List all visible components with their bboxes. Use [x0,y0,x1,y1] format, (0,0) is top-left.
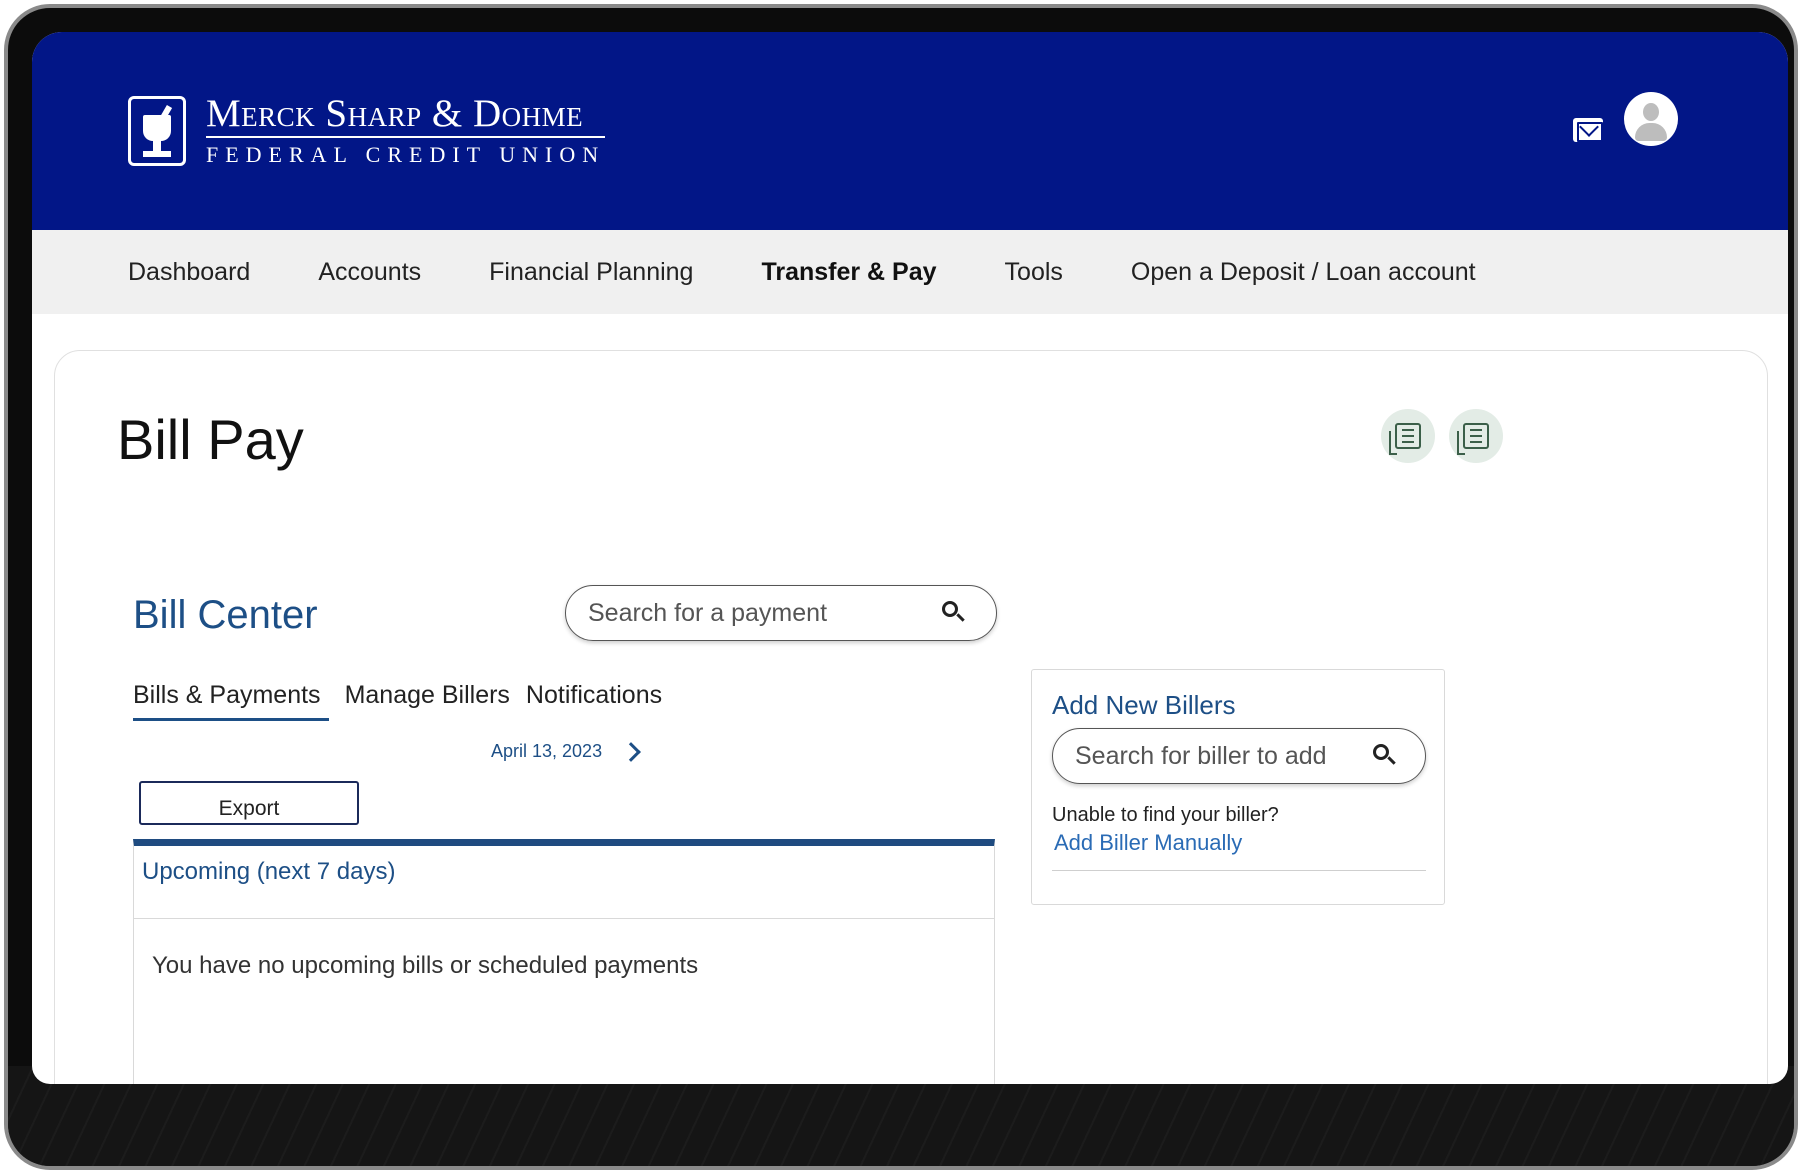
print-button[interactable] [1381,409,1435,463]
browser-screen: Merck Sharp & Dohme FEDERAL CREDIT UNION… [32,32,1788,1084]
nav-open-account[interactable]: Open a Deposit / Loan account [1131,258,1476,287]
bill-center-title: Bill Center [133,593,318,637]
nav-tools[interactable]: Tools [1005,258,1063,287]
brand-name-line1: Merck Sharp & Dohme [206,94,606,138]
add-billers-panel: Add New Billers Unable to find your bill… [1031,669,1445,905]
search-icon[interactable] [1373,744,1397,768]
brand-name-line2: FEDERAL CREDIT UNION [206,142,606,167]
biller-search-input[interactable] [1075,741,1375,771]
tab-bills-payments[interactable]: Bills & Payments [133,681,329,721]
mortar-pestle-logo-icon [128,96,186,166]
date-navigator: April 13, 2023 [491,741,641,762]
main-nav: Dashboard Accounts Financial Planning Tr… [32,230,1788,314]
bill-center-tabs: Bills & Payments Manage Billers Notifica… [133,681,678,721]
current-date: April 13, 2023 [491,741,603,761]
site-header: Merck Sharp & Dohme FEDERAL CREDIT UNION [32,32,1788,230]
nav-dashboard[interactable]: Dashboard [128,258,250,287]
upcoming-empty-message: You have no upcoming bills or scheduled … [152,952,699,979]
upcoming-panel: Upcoming (next 7 days) You have no upcom… [133,839,995,1084]
document-list-icon [1457,423,1489,455]
biller-search [1052,728,1426,784]
user-avatar-icon [1643,103,1659,121]
statements-button[interactable] [1449,409,1503,463]
payment-search-input[interactable] [588,598,928,628]
nav-accounts[interactable]: Accounts [318,258,421,287]
page-title: Bill Pay [117,408,304,471]
add-biller-manually-link[interactable]: Add Biller Manually [1054,830,1242,856]
tab-notifications[interactable]: Notifications [526,681,662,721]
search-icon[interactable] [942,601,966,625]
export-button[interactable]: Export [139,781,359,825]
add-billers-title: Add New Billers [1052,690,1236,720]
mail-icon [1573,118,1603,142]
messages-button[interactable] [1562,104,1614,156]
payment-search [565,585,997,641]
device-frame: Merck Sharp & Dohme FEDERAL CREDIT UNION… [4,4,1798,1170]
bill-pay-card: Bill Pay Bill Center Bills & Payments Ma… [54,350,1768,1084]
divider [1052,870,1426,871]
brand-wordmark: Merck Sharp & Dohme FEDERAL CREDIT UNION [206,94,606,168]
chevron-right-icon[interactable] [621,741,641,762]
user-avatar-button[interactable] [1624,92,1678,146]
tab-manage-billers[interactable]: Manage Billers [345,681,510,721]
divider [134,918,994,919]
nav-transfer-pay[interactable]: Transfer & Pay [761,258,936,287]
brand-logo[interactable]: Merck Sharp & Dohme FEDERAL CREDIT UNION [128,94,606,168]
upcoming-title: Upcoming (next 7 days) [142,858,396,885]
biller-help-text: Unable to find your biller? [1052,804,1279,826]
nav-financial-planning[interactable]: Financial Planning [489,258,693,287]
document-stack-icon [1389,423,1421,455]
